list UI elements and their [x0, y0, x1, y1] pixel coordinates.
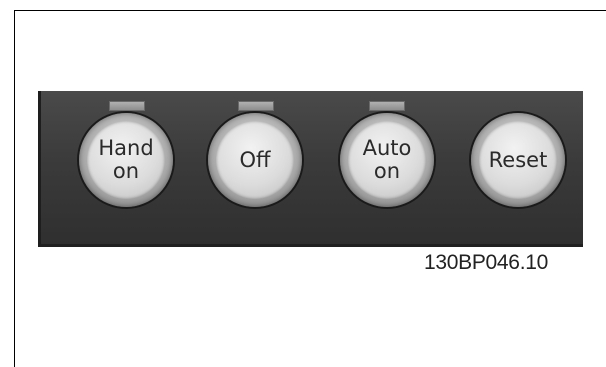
- off-button-label: Off: [239, 147, 271, 172]
- figure-part-code: 130BP046.10: [424, 251, 548, 274]
- hand-on-button-label-line2: on: [112, 159, 140, 183]
- hand-on-indicator-led: [109, 101, 145, 111]
- auto-on-indicator-led: [369, 101, 405, 111]
- reset-button-label: Reset: [488, 147, 548, 172]
- reset-button-bezel: Reset: [471, 113, 565, 207]
- off-button[interactable]: Off: [216, 121, 294, 199]
- auto-on-button[interactable]: Auto on: [348, 121, 426, 199]
- hand-on-button-bezel: Hand on: [79, 113, 173, 207]
- off-button-bezel: Off: [208, 113, 302, 207]
- auto-on-button-label-line2: on: [373, 159, 401, 183]
- auto-on-button-bezel: Auto on: [340, 113, 434, 207]
- hand-on-button[interactable]: Hand on: [87, 121, 165, 199]
- local-control-panel: Hand on Off Auto on Reset: [38, 91, 583, 247]
- hand-on-button-label-line1: Hand: [98, 136, 154, 160]
- off-indicator-led: [238, 101, 274, 111]
- reset-button[interactable]: Reset: [479, 121, 557, 199]
- auto-on-button-label-line1: Auto: [362, 136, 412, 160]
